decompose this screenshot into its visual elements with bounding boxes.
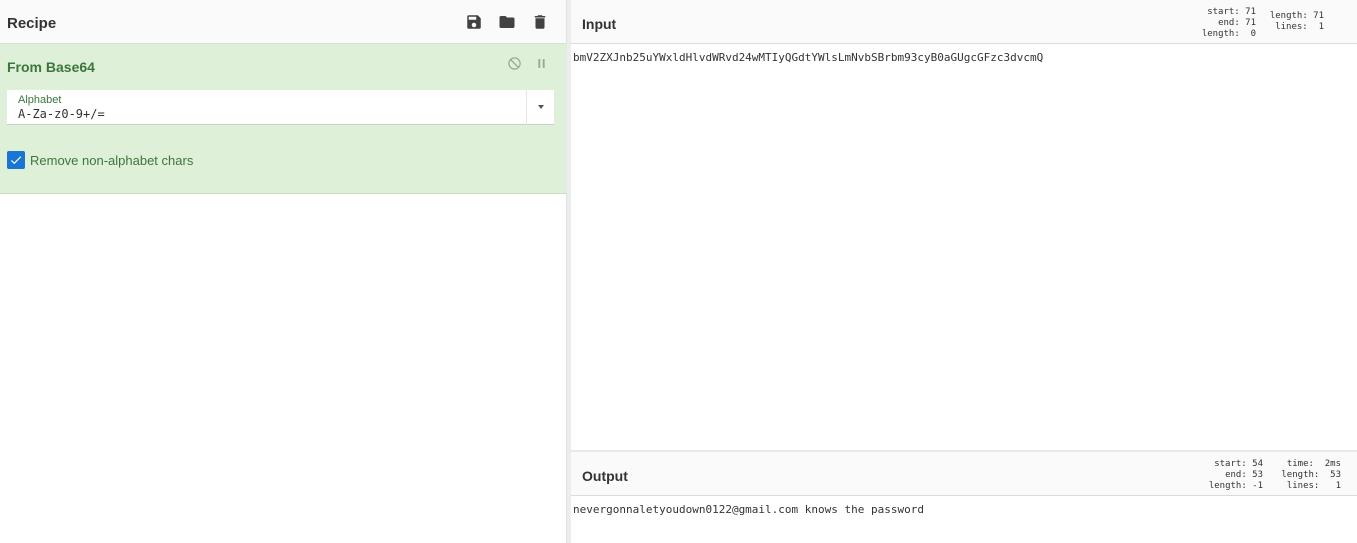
save-icon bbox=[466, 14, 481, 29]
input-selection-stats: start: 71 end: 71 length: 0 bbox=[1202, 7, 1256, 40]
input-pane: Input start: 71 end: 71 length: 0 length… bbox=[571, 0, 1357, 450]
cyberchef-app: Recipe From Base64 Alphabet A-Za-z0-9+/=… bbox=[0, 0, 1357, 543]
caret-down-icon[interactable] bbox=[538, 105, 544, 109]
recipe-actions bbox=[463, 11, 550, 32]
input-textarea[interactable]: bmV2ZXJnb25uYWxldHlvdWRvd24wMTIyQGdtYWls… bbox=[571, 44, 1357, 71]
output-title: Output bbox=[582, 468, 628, 484]
output-textarea[interactable]: nevergonnaletyoudown0122@gmail.com knows… bbox=[571, 496, 1357, 523]
pause-icon bbox=[538, 59, 545, 68]
input-header: Input start: 71 end: 71 length: 0 length… bbox=[571, 0, 1357, 44]
save-recipe-button[interactable] bbox=[463, 11, 484, 32]
remove-non-alphabet-option[interactable]: Remove non-alphabet chars bbox=[7, 151, 193, 169]
operation-from-base64[interactable]: From Base64 Alphabet A-Za-z0-9+/= Remove… bbox=[0, 44, 567, 194]
output-header: Output start: 54 end: 53 length: -1 time… bbox=[571, 452, 1357, 496]
input-title: Input bbox=[582, 16, 617, 32]
input-stat-sel-length: length: 0 bbox=[1201, 29, 1256, 39]
output-stat-end: end: 53 bbox=[1225, 470, 1263, 480]
recipe-title: Recipe bbox=[7, 15, 57, 32]
input-stat-length: length: 71 bbox=[1269, 11, 1324, 21]
pause-operation-button[interactable] bbox=[534, 56, 549, 76]
output-stat-length: length: 53 bbox=[1281, 470, 1341, 480]
trash-icon bbox=[534, 14, 545, 29]
disable-operation-button[interactable] bbox=[507, 56, 522, 76]
clear-recipe-button[interactable] bbox=[529, 11, 550, 32]
output-selection-stats: start: 54 end: 53 length: -1 bbox=[1209, 459, 1263, 492]
alphabet-select[interactable]: Alphabet A-Za-z0-9+/= bbox=[7, 90, 554, 125]
alphabet-value: A-Za-z0-9+/= bbox=[18, 107, 105, 121]
recipe-pane: Recipe From Base64 Alphabet A-Za-z0-9+/=… bbox=[0, 0, 567, 543]
recipe-header: Recipe bbox=[0, 0, 566, 44]
load-recipe-button[interactable] bbox=[496, 11, 517, 32]
operation-title: From Base64 bbox=[7, 59, 95, 75]
checkmark-icon bbox=[10, 156, 22, 165]
output-stat-sel-length: length: -1 bbox=[1208, 481, 1263, 491]
output-stat-time: time: 2ms bbox=[1286, 459, 1341, 469]
remove-non-alphabet-label: Remove non-alphabet chars bbox=[30, 152, 194, 168]
input-text-stats: length: 71 lines: 1 bbox=[1270, 11, 1324, 33]
input-stat-lines: lines: 1 bbox=[1275, 22, 1324, 32]
input-stat-end: end: 71 bbox=[1218, 18, 1256, 28]
disable-icon bbox=[508, 57, 521, 70]
remove-non-alphabet-checkbox[interactable] bbox=[7, 151, 25, 169]
select-divider bbox=[526, 90, 527, 125]
output-text-stats: time: 2ms length: 53 lines: 1 bbox=[1281, 459, 1341, 492]
input-stat-start: start: 71 bbox=[1207, 7, 1256, 17]
output-stat-lines: lines: 1 bbox=[1286, 481, 1341, 491]
output-stat-start: start: 54 bbox=[1214, 459, 1263, 469]
output-pane: Output start: 54 end: 53 length: -1 time… bbox=[571, 452, 1357, 543]
alphabet-label: Alphabet bbox=[18, 94, 62, 106]
operation-controls bbox=[507, 56, 549, 76]
folder-icon bbox=[499, 15, 514, 28]
